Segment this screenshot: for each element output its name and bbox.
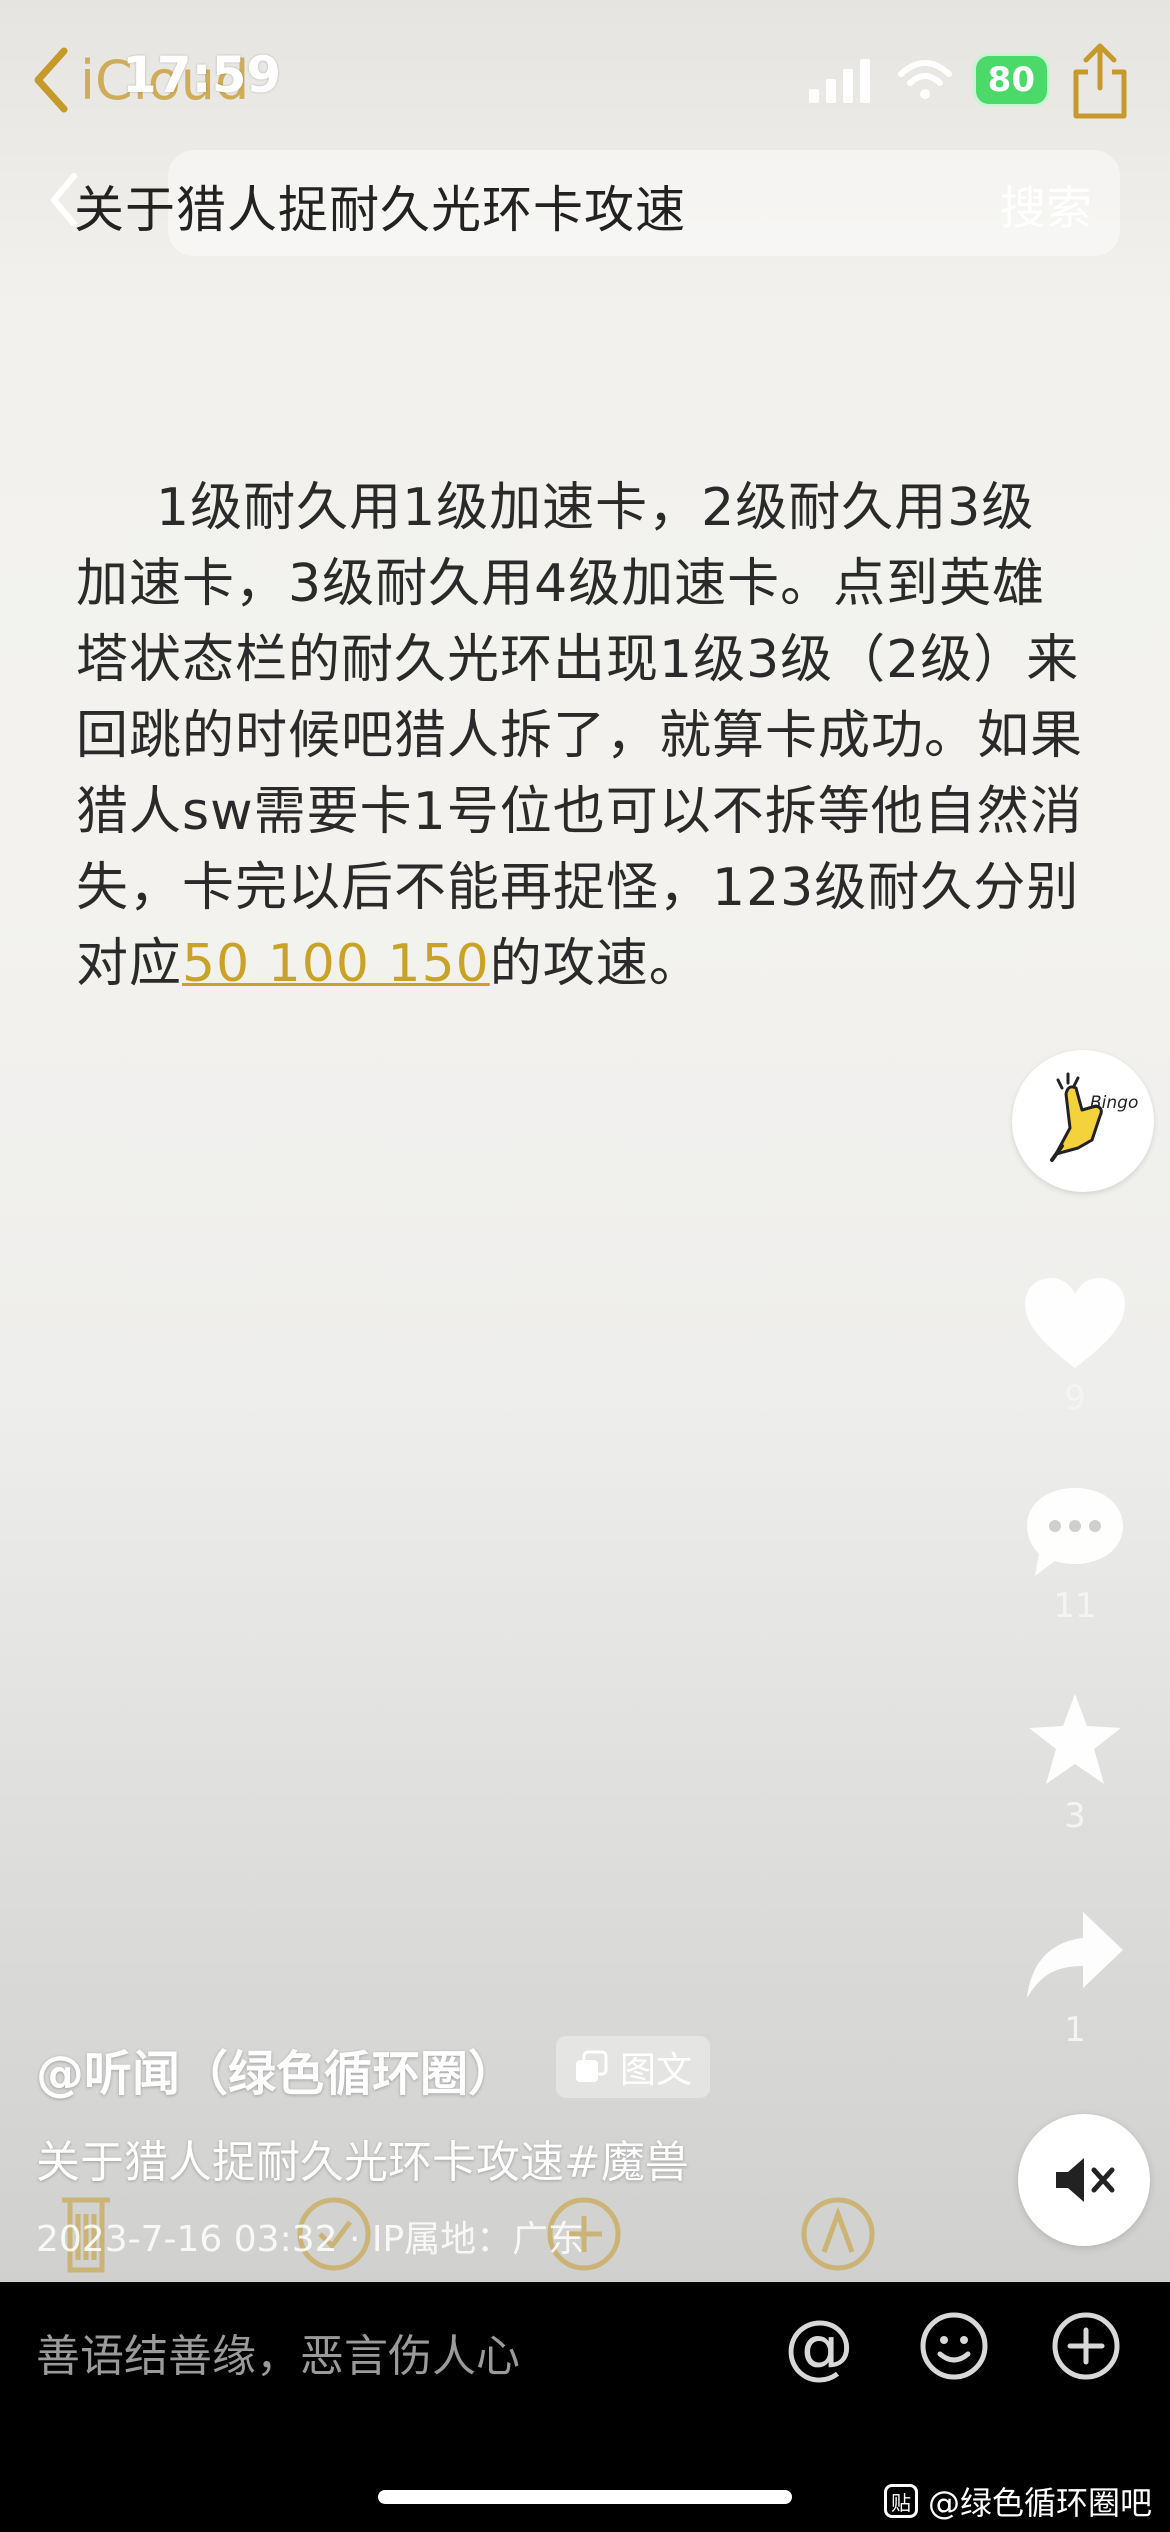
wifi-icon: [897, 60, 952, 99]
favorite-count: 3: [1064, 1796, 1086, 1836]
mute-button[interactable]: [1018, 2114, 1150, 2246]
post-caption[interactable]: 关于猎人捉耐久光环卡攻速#魔兽: [36, 2126, 689, 2190]
like-count: 9: [1064, 1378, 1086, 1418]
author-name[interactable]: @听闻（绿色循环圈）: [36, 2034, 516, 2104]
home-indicator[interactable]: [378, 2490, 792, 2504]
comment-action[interactable]: 11: [1000, 1484, 1150, 1626]
watermark-text: @绿色循环圈吧: [927, 2484, 1152, 2522]
emoji-icon[interactable]: [918, 2310, 990, 2382]
note-content: 1级耐久用1级加速卡，2级耐久用3级加速卡，3级耐久用4级加速卡。点到英雄塔状态…: [76, 470, 1086, 1002]
comment-bubble-icon: [1027, 1488, 1123, 1576]
favorite-action[interactable]: 3: [1000, 1690, 1150, 1836]
heart-icon: [1025, 1278, 1125, 1368]
bingo-sticker-avatar[interactable]: Bingo: [1012, 1050, 1154, 1192]
share-arrow-icon: [1027, 1912, 1123, 1998]
post-type-label: 图文: [620, 2050, 693, 2091]
chevron-left-icon: [34, 47, 68, 113]
status-time: 17:59: [122, 46, 282, 104]
svg-text:Bingo: Bingo: [1090, 1093, 1138, 1113]
note-link[interactable]: 50 100 150: [182, 934, 490, 994]
status-indicators: 80: [807, 40, 1130, 120]
bingo-sticker-icon: Bingo: [1050, 1072, 1138, 1162]
add-icon[interactable]: [1050, 2310, 1122, 2382]
like-action[interactable]: 9: [1000, 1276, 1150, 1418]
share-icon[interactable]: [1070, 40, 1130, 120]
post-type-tag: 图文: [556, 2036, 711, 2098]
search-query[interactable]: 关于猎人捉耐久光环卡攻速: [74, 170, 686, 242]
speaker-muted-icon: [1056, 2158, 1115, 2202]
note-text-after-link: 的攻速。: [489, 934, 702, 994]
watermark: 贴 @绿色循环圈吧: [883, 2478, 1152, 2524]
signal-icon: [808, 59, 870, 103]
battery-indicator: 80: [972, 53, 1050, 107]
tieba-logo-icon: 贴: [883, 2484, 918, 2518]
mention-button[interactable]: @: [784, 2306, 854, 2386]
share-count: 1: [1064, 2010, 1086, 2050]
note-text-before-link: 1级耐久用1级加速卡，2级耐久用3级加速卡，3级耐久用4级加速卡。点到英雄塔状态…: [76, 478, 1084, 994]
share-action[interactable]: 1: [1000, 1908, 1150, 2050]
post-meta: 2023-7-16 03:32 · IP属地：广东: [36, 2219, 585, 2260]
comment-count: 11: [1053, 1586, 1097, 1626]
search-button[interactable]: 搜索: [1000, 172, 1092, 238]
star-icon: [1029, 1694, 1121, 1784]
image-text-icon: [576, 2050, 608, 2082]
comment-input[interactable]: 善语结善缘，恶言伤人心: [36, 2320, 520, 2384]
